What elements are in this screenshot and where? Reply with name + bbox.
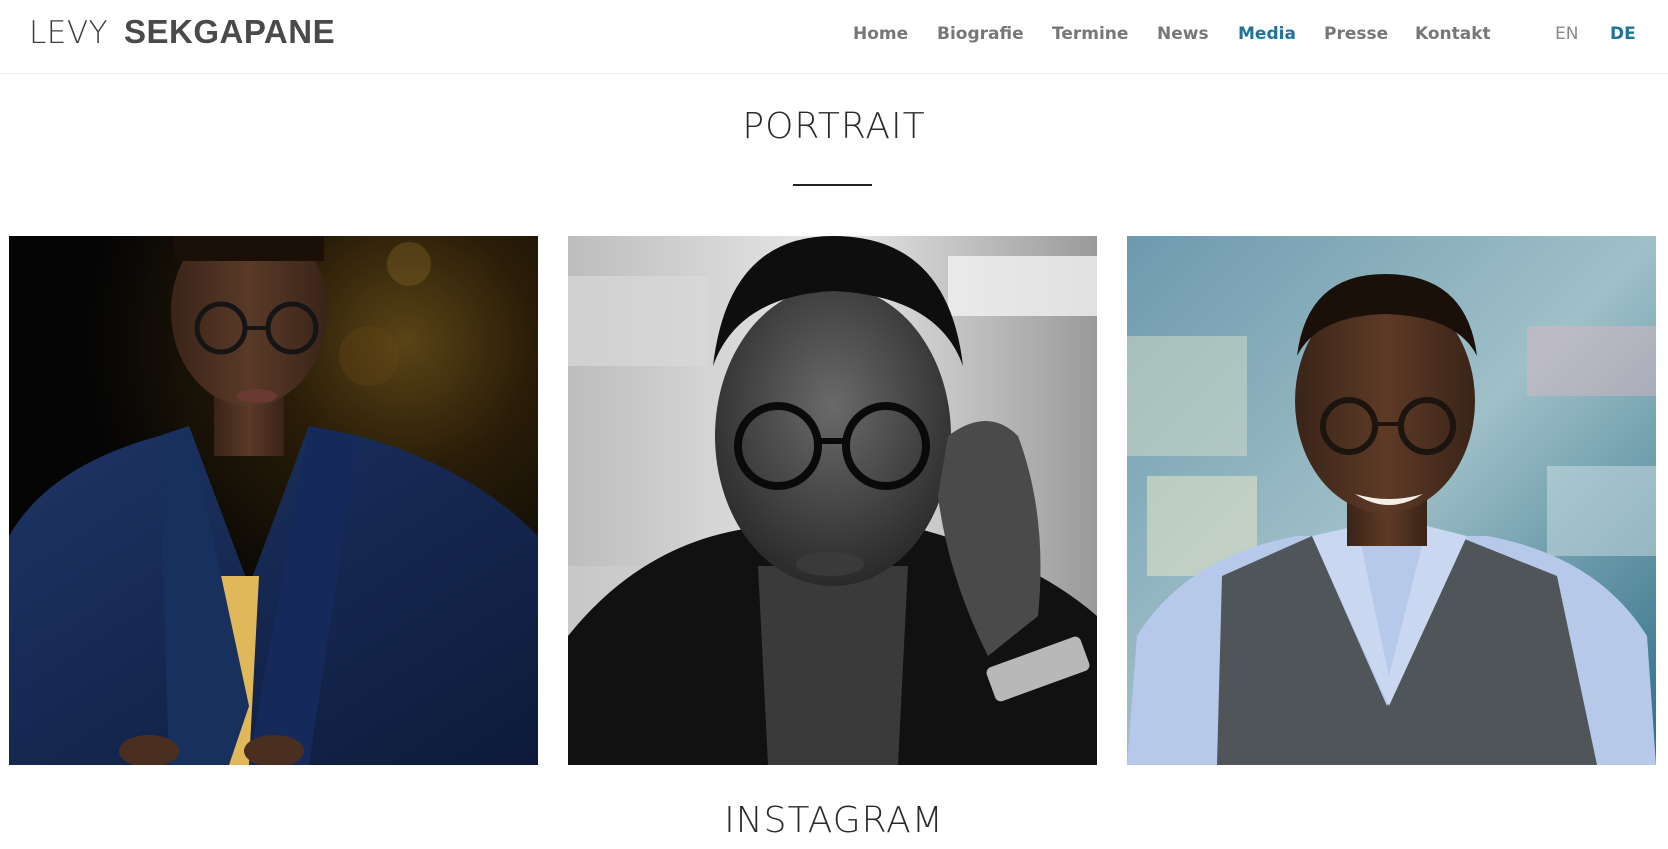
nav-media[interactable]: Media (1238, 24, 1296, 44)
lang-de[interactable]: DE (1610, 24, 1636, 44)
nav-biografie[interactable]: Biografie (937, 24, 1024, 44)
nav-news[interactable]: News (1157, 24, 1209, 44)
nav-termine[interactable]: Termine (1052, 24, 1128, 44)
title-divider (793, 184, 872, 186)
lang-en[interactable]: EN (1555, 24, 1578, 44)
main-nav: Home Biografie Termine News Media Presse… (0, 24, 1668, 50)
portrait-image-1 (9, 236, 538, 765)
portrait-image-3 (1127, 236, 1656, 765)
site-header: LEVY SEKGAPANE Home Biografie Termine New… (0, 0, 1668, 74)
portrait-image-2 (568, 236, 1097, 765)
portrait-photo-navy-blazer[interactable] (9, 236, 538, 765)
nav-home[interactable]: Home (853, 24, 908, 44)
portrait-photo-grey-vest[interactable] (1127, 236, 1656, 765)
nav-kontakt[interactable]: Kontakt (1415, 24, 1491, 44)
portrait-photo-black-white[interactable] (568, 236, 1097, 765)
nav-presse[interactable]: Presse (1324, 24, 1388, 44)
portrait-section-title: PORTRAIT (742, 106, 926, 147)
instagram-section-title: INSTAGRAM (724, 800, 944, 841)
